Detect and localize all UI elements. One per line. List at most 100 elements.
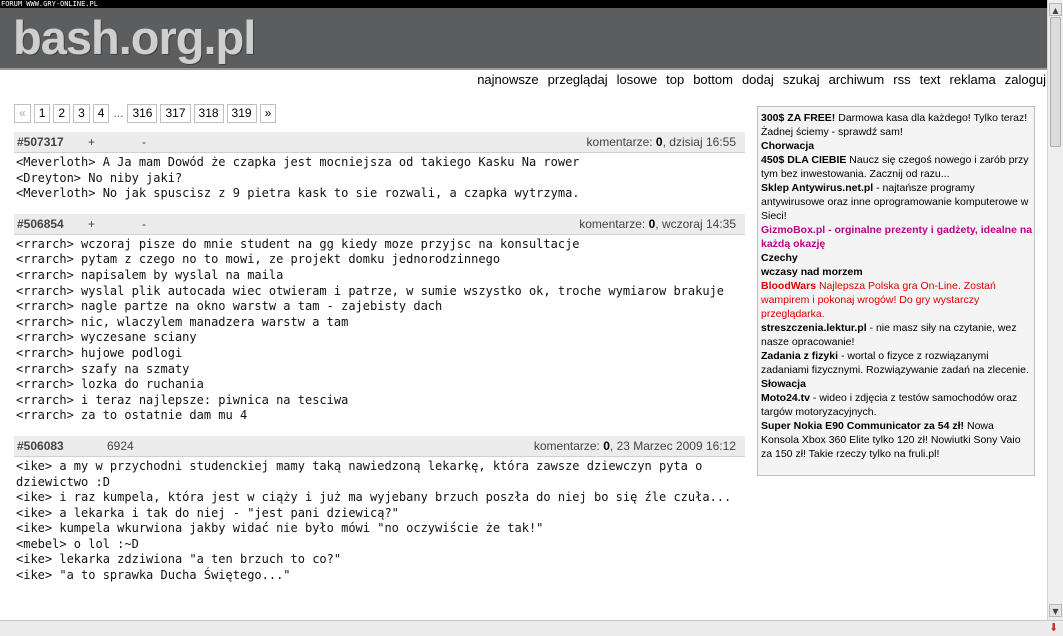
quote-line: <mebel> o lol :~D — [16, 536, 139, 551]
ad-title-link[interactable]: BloodWars — [761, 280, 816, 292]
scroll-thumb[interactable] — [1050, 17, 1061, 147]
ad-title-link[interactable]: GizmoBox.pl - orginalne prezenty i gadże… — [761, 224, 1032, 250]
quote-item: #506854 + - komentarze: 0, wczoraj 14:35 <rr… — [14, 213, 745, 424]
quote-id-link[interactable]: #507317 — [17, 132, 64, 152]
main-nav: najnowsze przeglądaj losowe top bottom dodaj s… — [468, 72, 1046, 88]
ad-item[interactable]: Super Nokia E90 Communicator za 54 zł! N… — [761, 419, 1034, 461]
ad-item[interactable]: Zadania z fizyki - wortal o fizyce z roz… — [761, 349, 1034, 377]
top-strip: FORUM WWW.GRY-ONLINE.PL — [0, 0, 1049, 8]
ad-item[interactable]: 300$ ZA FREE! Darmowa kasa dla każdego! … — [761, 111, 1034, 139]
quote-item: #506083 6924 komentarze: 0, 23 Marzec 2009… — [14, 435, 745, 584]
quote-line: <rrarch> wczoraj pisze do mnie student n… — [16, 236, 580, 251]
pager-page-link[interactable]: 2 — [53, 103, 71, 123]
nav-link-11[interactable]: zaloguj — [1005, 72, 1046, 87]
quote-header: #507317 + - komentarze: 0, dzisiaj 16:55 — [14, 132, 745, 153]
ad-title-link[interactable]: streszczenia.lektur.pl — [761, 322, 867, 334]
nav-link-4[interactable]: bottom — [693, 72, 733, 87]
vertical-scrollbar[interactable]: ▲ ▼ — [1047, 0, 1063, 620]
quote-score: 6924 — [107, 438, 134, 453]
pager-page-link[interactable]: 317 — [160, 103, 191, 123]
ad-item[interactable]: Moto24.tv - wideo i zdjęcia z testów sam… — [761, 391, 1034, 419]
comments-count[interactable]: 0 — [656, 135, 663, 149]
comments-label[interactable]: komentarze: — [587, 135, 653, 149]
nav-link-3[interactable]: top — [666, 72, 684, 87]
quote-date: , 23 Marzec 2009 16:12 — [609, 438, 736, 453]
quote-line: <rrarch> pytam z czego no to mowi, ze pr… — [16, 252, 501, 267]
comments-count[interactable]: 0 — [603, 439, 610, 453]
nav-link-0[interactable]: najnowsze — [477, 72, 538, 87]
vote-down-button[interactable]: - — [142, 132, 146, 152]
quote-line: <rrarch> lozka do ruchania — [16, 377, 204, 392]
ad-title-link[interactable]: Moto24.tv — [761, 392, 810, 404]
ad-item[interactable]: Chorwacja — [761, 139, 1034, 153]
pager-next-button[interactable]: » — [259, 103, 277, 123]
ad-title-link[interactable]: Chorwacja — [761, 140, 814, 152]
quote-comments: komentarze: 0, dzisiaj 16:55 — [587, 132, 736, 152]
comments-label[interactable]: komentarze: — [579, 217, 645, 231]
quote-body: <ike> a my w przychodni studenckiej mamy… — [14, 457, 745, 584]
quote-list: #507317 + - komentarze: 0, dzisiaj 16:55 <Me… — [14, 132, 745, 596]
ad-title-link[interactable]: Słowacja — [761, 378, 806, 390]
ad-box: 300$ ZA FREE! Darmowa kasa dla każdego! … — [757, 106, 1035, 476]
nav-link-8[interactable]: rss — [893, 72, 910, 87]
pager-prev-button[interactable]: « — [14, 103, 31, 123]
quote-id-link[interactable]: #506854 — [17, 214, 64, 234]
vote-up-button[interactable]: + — [88, 214, 95, 234]
ad-item[interactable]: 450$ DLA CIEBIE Naucz się czegoś nowego … — [761, 153, 1034, 181]
ad-title-link[interactable]: Czechy — [761, 252, 798, 264]
quote-line: <ike> lekarka zdziwiona "a ten brzuch to… — [16, 552, 342, 567]
quote-line: <rrarch> hujowe podlogi — [16, 345, 183, 360]
ad-item[interactable]: Czechy — [761, 251, 1034, 265]
nav-link-1[interactable]: przeglądaj — [548, 72, 608, 87]
ad-title-link[interactable]: Super Nokia E90 Communicator za 54 zł! — [761, 420, 964, 432]
nav-link-10[interactable]: reklama — [950, 72, 996, 87]
quote-line: <ike> a my w przychodni studenckiej mamy… — [16, 458, 710, 489]
pager-page-link[interactable]: 319 — [226, 103, 257, 123]
ad-item[interactable]: Słowacja — [761, 377, 1034, 391]
header-divider — [0, 68, 1048, 70]
pager-page-link[interactable]: 4 — [92, 103, 110, 123]
ad-title-link[interactable]: Sklep Antywirus.net.pl — [761, 182, 873, 194]
quote-line: <rrarch> napisalem by wyslal na maila — [16, 267, 284, 282]
quote-line: <rrarch> wyczesane sciany — [16, 330, 197, 345]
vote-up-button[interactable]: + — [88, 132, 95, 152]
ad-title-link[interactable]: Zadania z fizyki — [761, 350, 838, 362]
download-arrow-icon[interactable]: ⬇ — [1049, 622, 1061, 634]
ad-title-link[interactable]: 300$ ZA FREE! — [761, 112, 835, 124]
quote-date: , wczoraj 14:35 — [655, 216, 736, 231]
scroll-down-arrow-icon[interactable]: ▼ — [1049, 604, 1062, 617]
site-header: bash.org.pl — [0, 8, 1048, 68]
ad-item[interactable]: streszczenia.lektur.pl - nie masz siły n… — [761, 321, 1034, 349]
quote-comments: komentarze: 0, 23 Marzec 2009 16:12 — [534, 436, 736, 456]
pager-page-link[interactable]: 318 — [193, 103, 224, 123]
status-bar: ⬇ — [0, 620, 1063, 636]
nav-link-7[interactable]: archiwum — [829, 72, 885, 87]
nav-link-6[interactable]: szukaj — [783, 72, 820, 87]
quote-line: <ike> i raz kumpela, która jest w ciąży … — [16, 490, 732, 505]
ad-title-link[interactable]: wczasy nad morzem — [761, 266, 863, 278]
quote-line: <Meverloth> No jak spuscisz z 9 pietra k… — [16, 186, 580, 201]
pager-page-link[interactable]: 1 — [33, 103, 51, 123]
ad-item[interactable]: BloodWars Najlepsza Polska gra On-Line. … — [761, 279, 1034, 321]
quote-line: <Meverloth> A Ja mam Dowód że czapka jes… — [16, 155, 580, 169]
comments-label[interactable]: komentarze: — [534, 439, 600, 453]
quote-header: #506083 6924 komentarze: 0, 23 Marzec 2009… — [14, 435, 745, 457]
quote-comments: komentarze: 0, wczoraj 14:35 — [579, 214, 736, 234]
quote-line: <Dreyton> No niby jaki? — [16, 170, 183, 185]
nav-link-5[interactable]: dodaj — [742, 72, 774, 87]
nav-link-2[interactable]: losowe — [617, 72, 657, 87]
ad-item[interactable]: GizmoBox.pl - orginalne prezenty i gadże… — [761, 223, 1034, 251]
ad-title-link[interactable]: 450$ DLA CIEBIE — [761, 154, 846, 166]
quote-line: <rrarch> szafy na szmaty — [16, 361, 190, 376]
pager-page-link[interactable]: 3 — [73, 103, 90, 123]
scroll-up-arrow-icon[interactable]: ▲ — [1049, 3, 1062, 16]
site-logo[interactable]: bash.org.pl — [13, 9, 256, 67]
ad-item[interactable]: wczasy nad morzem — [761, 265, 1034, 279]
pager-page-link[interactable]: 316 — [127, 103, 158, 123]
nav-link-9[interactable]: text — [920, 72, 941, 87]
vote-down-button[interactable]: - — [142, 214, 146, 234]
quote-id-link[interactable]: #506083 — [17, 436, 64, 456]
quote-line: <rrarch> za to ostatnie dam mu 4 — [16, 408, 248, 423]
quote-line: <ike> "a to sprawka Ducha Świętego..." — [16, 568, 291, 583]
ad-item[interactable]: Sklep Antywirus.net.pl - najtańsze progr… — [761, 181, 1034, 223]
